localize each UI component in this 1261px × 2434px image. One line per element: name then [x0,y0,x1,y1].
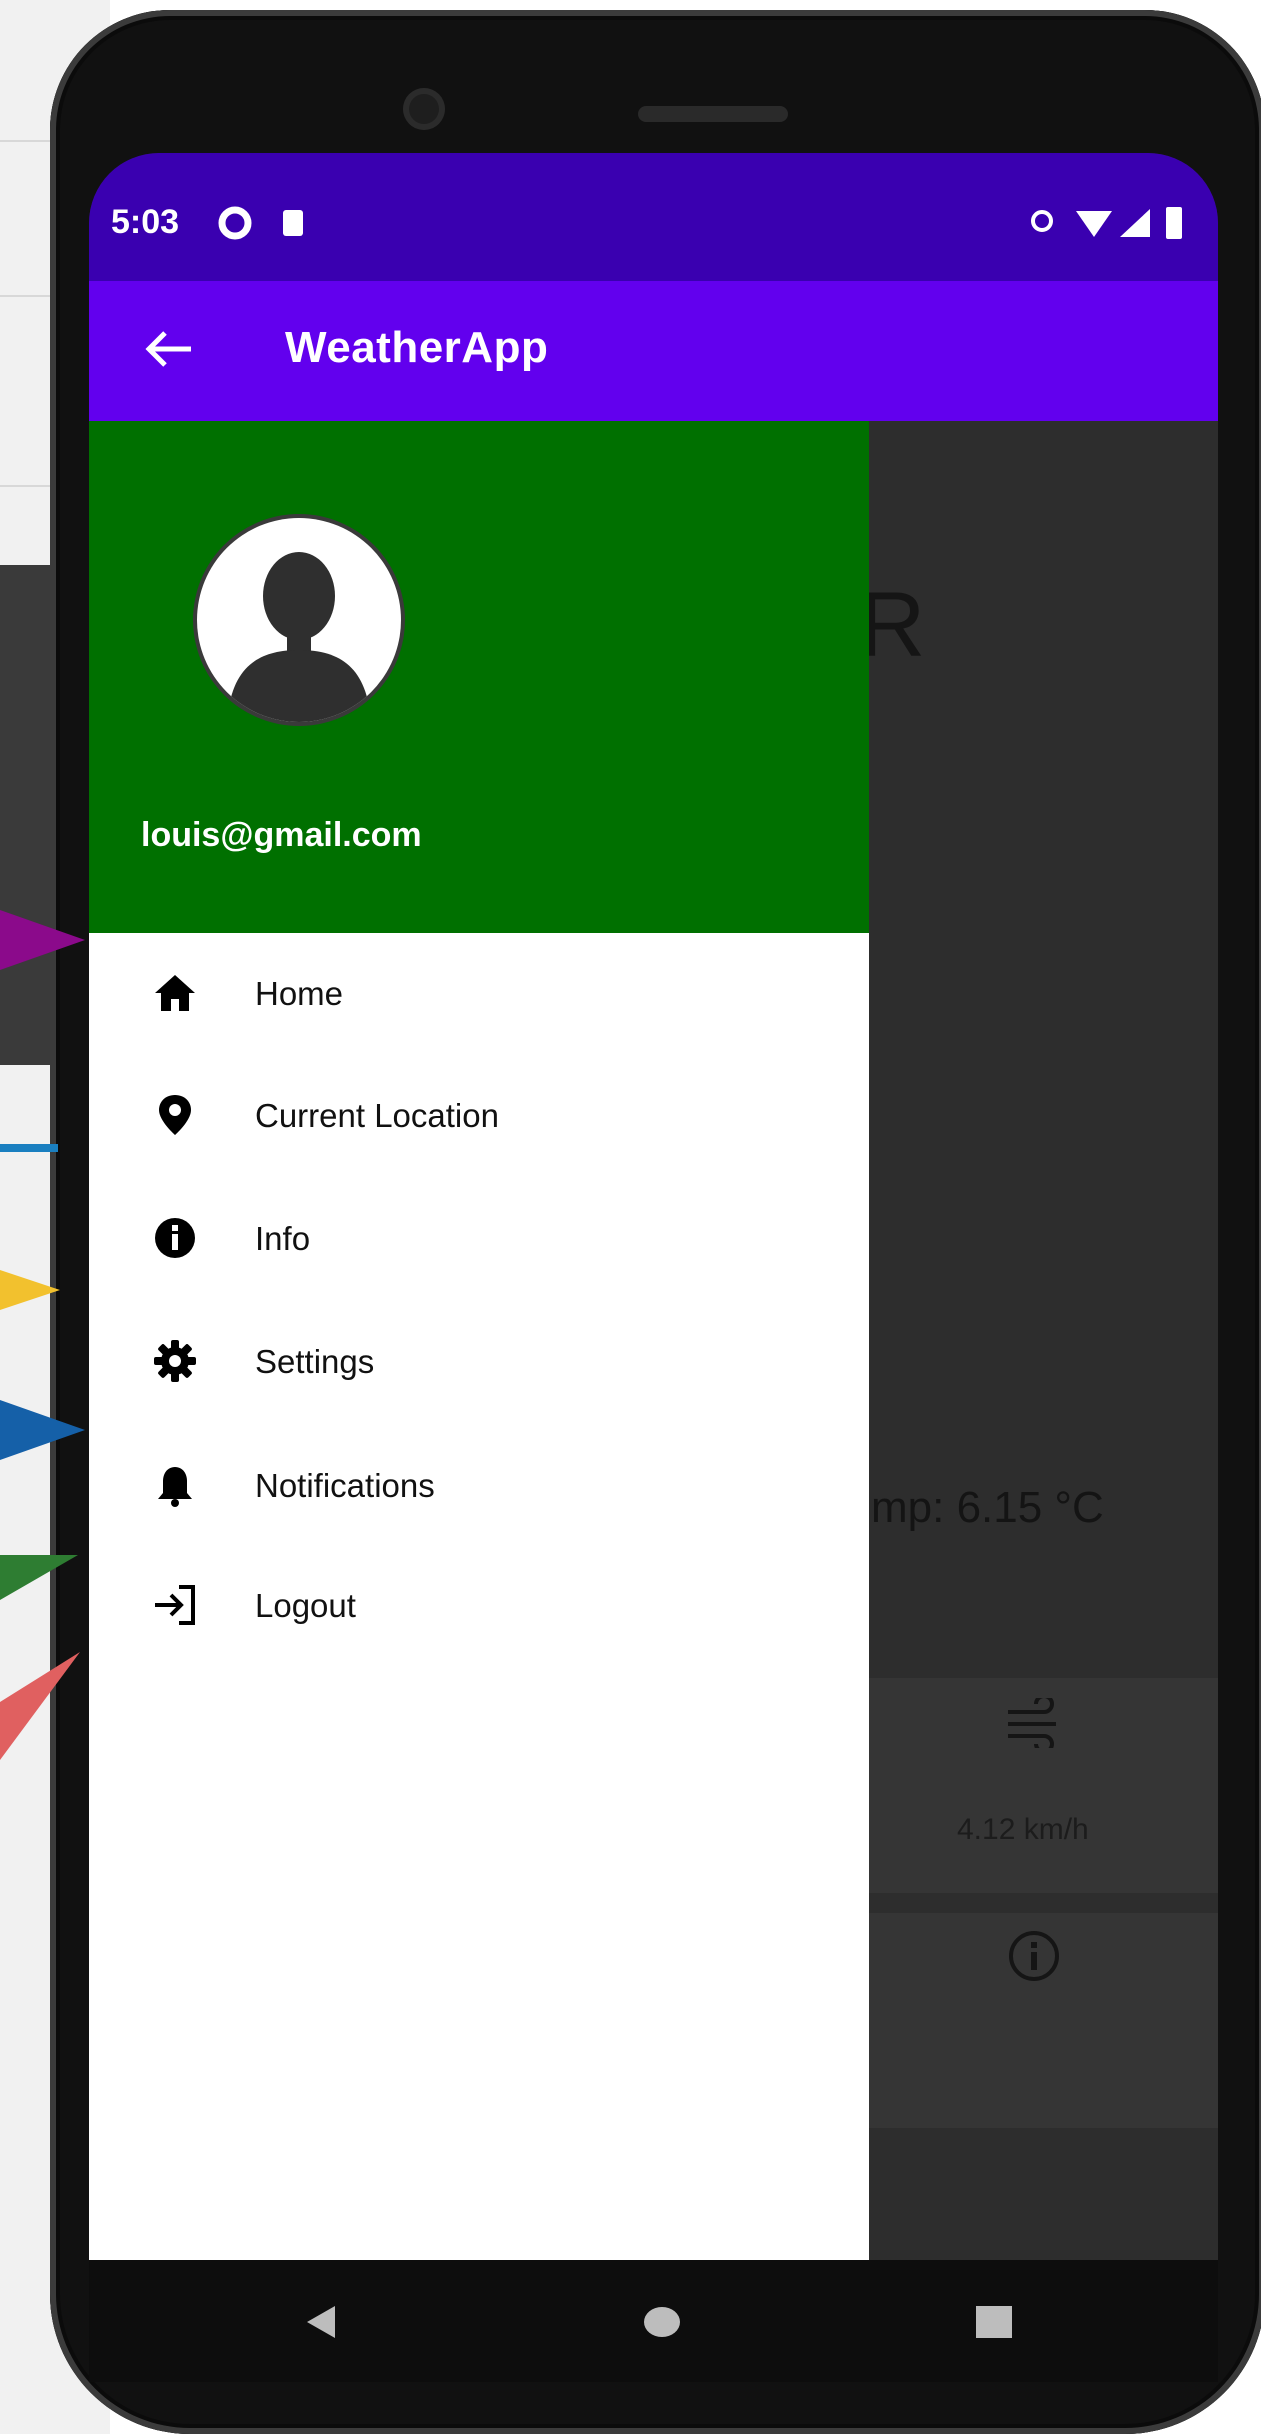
info-outline-icon [1009,1931,1059,1981]
back-arrow-icon[interactable] [139,319,199,379]
front-camera [403,88,445,130]
phone-screen: 5:03 WeatherApp R mp: 6.15 °C 4.12 km/h … [89,153,1218,2260]
arrow-location [0,1144,58,1152]
arrow-home [0,910,85,970]
nav-back-icon[interactable] [301,2302,341,2342]
gear-icon [154,1340,196,1382]
logout-icon [155,1585,195,1625]
app-title: WeatherApp [285,323,549,372]
home-icon [155,975,195,1011]
bell-icon [158,1467,192,1507]
annotation-arrows [0,910,85,1760]
earpiece-speaker [638,106,788,122]
arrow-info [0,1270,60,1310]
navigation-drawer: louis@gmail.com Home Current Location In… [89,421,869,2260]
nav-home-icon[interactable] [642,2304,682,2340]
menu-item-logout[interactable]: Logout [89,1555,869,1655]
menu-item-settings[interactable]: Settings [89,1311,869,1411]
location-pin-icon [159,1095,191,1135]
wind-icon [1008,1698,1056,1748]
menu-item-label: Current Location [255,1097,499,1134]
menu-item-notifications[interactable]: Notifications [89,1435,869,1535]
menu-item-label: Logout [255,1587,356,1624]
menu-item-label: Settings [255,1343,375,1380]
menu-item-info[interactable]: Info [89,1188,869,1288]
status-time: 5:03 [111,203,180,241]
menu-item-label: Info [255,1220,311,1257]
avatar [197,518,401,722]
wind-speed-text: 4.12 km/h [957,1813,1089,1846]
arrow-logout [0,1652,80,1760]
status-bar: 5:03 [89,153,1218,281]
system-nav-bar [89,2260,1218,2382]
signal-battery-icon [1031,207,1182,239]
nav-recents-icon[interactable] [974,2304,1014,2340]
drawer-header: louis@gmail.com [89,421,869,933]
menu-item-label: Notifications [255,1467,435,1504]
menu-item-label: Home [255,975,344,1012]
temperature-text: mp: 6.15 °C [871,1483,1104,1532]
status-icons-left [217,205,307,246]
app-bar: WeatherApp [89,281,1218,421]
person-icon [227,552,371,722]
info-icon [155,1218,195,1258]
sync-icon [218,206,303,240]
user-email: louis@gmail.com [141,816,422,854]
arrow-notifications [0,1555,78,1600]
status-icons-right [1028,203,1198,248]
menu-item-home[interactable]: Home [89,943,869,1043]
menu-item-current-location[interactable]: Current Location [89,1065,869,1165]
arrow-settings [0,1400,85,1460]
